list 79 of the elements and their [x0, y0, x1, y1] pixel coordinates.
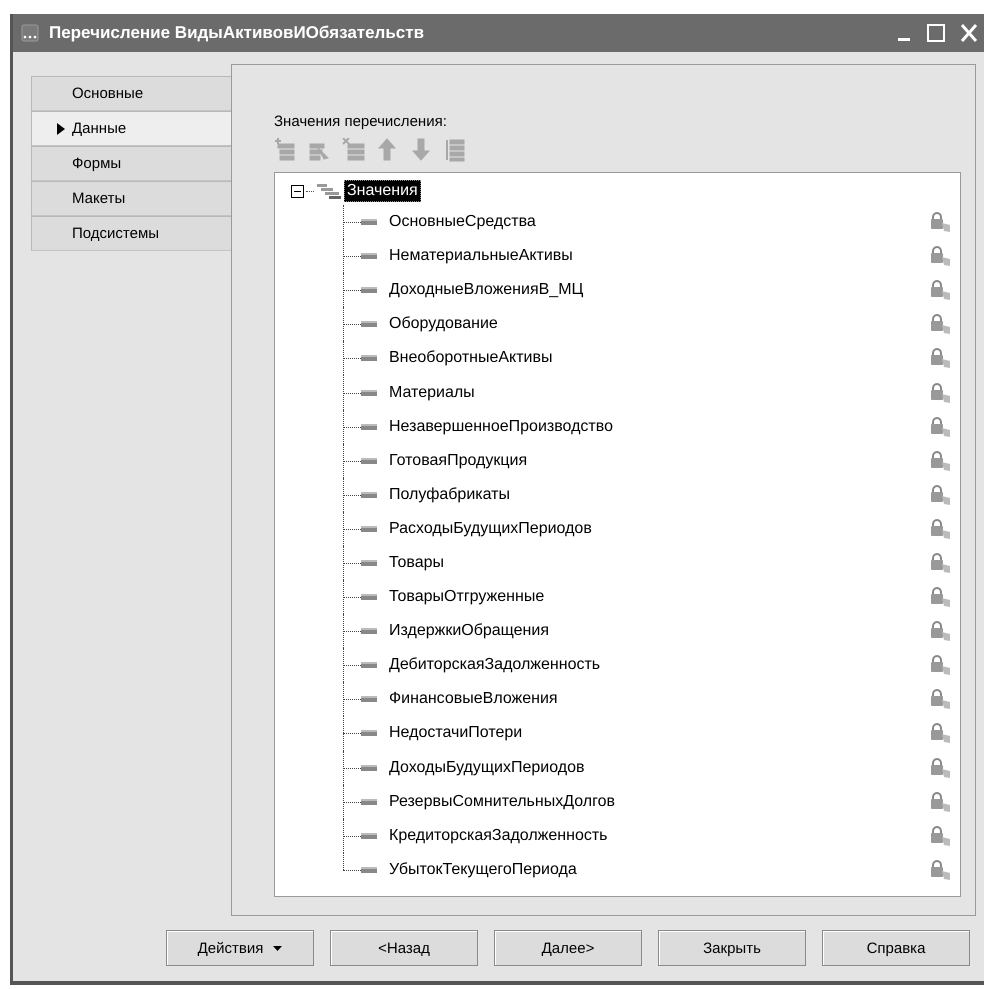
- lock-icon: [930, 858, 952, 881]
- attribute-icon: [361, 764, 377, 771]
- tree-item[interactable]: ВнеоборотныеАктивы: [389, 349, 930, 368]
- tree-item[interactable]: УбытокТекущегоПериода: [389, 860, 930, 879]
- lock-icon: [930, 347, 952, 370]
- tab[interactable]: Основные: [31, 76, 231, 111]
- attribute-icon: [361, 594, 377, 600]
- lock-icon: [930, 484, 952, 506]
- tree-item[interactable]: ГотоваяПродукция: [389, 452, 930, 470]
- app-icon: [21, 24, 39, 42]
- lock-icon: [930, 688, 952, 710]
- lock-icon: [930, 245, 952, 268]
- attribute-icon: [361, 730, 377, 736]
- attribute-icon: [361, 390, 377, 396]
- attribute-icon: [361, 355, 377, 362]
- window-title: Перечисление ВидыАктивовИОбязательств: [49, 23, 426, 43]
- tree-item[interactable]: РезервыСомнительныхДолгов: [389, 792, 930, 811]
- tree-item[interactable]: Материалы: [389, 384, 930, 402]
- attribute-icon: [361, 458, 377, 464]
- lock-icon: [930, 279, 952, 302]
- maximize-icon[interactable]: [926, 23, 946, 43]
- dropdown-button[interactable]: Действия: [166, 930, 314, 966]
- tab[interactable]: Подсистемы: [31, 216, 231, 251]
- tree-item[interactable]: Значения: [344, 180, 421, 202]
- attribute-icon: [361, 424, 377, 430]
- attribute-icon: [361, 866, 377, 873]
- lock-icon: [930, 518, 952, 540]
- attribute-icon: [361, 321, 377, 328]
- lock-icon: [930, 620, 952, 642]
- attribute-icon: [361, 492, 377, 498]
- attribute-icon: [361, 662, 377, 668]
- button[interactable]: <Назад: [330, 930, 478, 966]
- tree-item[interactable]: НезавершенноеПроизводство: [389, 418, 930, 436]
- tree-item[interactable]: РасходыБудущихПериодов: [389, 520, 930, 538]
- lock-icon: [930, 756, 952, 779]
- tree-item[interactable]: НедостачиПотери: [389, 724, 930, 742]
- lock-icon: [930, 722, 952, 744]
- tree-item[interactable]: ДебиторскаяЗадолженность: [389, 656, 930, 674]
- tree-item[interactable]: ФинансовыеВложения: [389, 690, 930, 708]
- attribute-icon: [361, 798, 377, 805]
- attribute-icon: [361, 219, 377, 226]
- lock-icon: [930, 313, 952, 336]
- tree-item[interactable]: НематериальныеАктивы: [389, 247, 930, 266]
- attribute-icon: [361, 560, 377, 566]
- attribute-icon: [361, 696, 377, 702]
- tree-item[interactable]: ДоходыБудущихПериодов: [389, 758, 930, 777]
- tree-item[interactable]: ОсновныеСредства: [389, 213, 930, 232]
- tree-item[interactable]: Полуфабрикаты: [389, 486, 930, 504]
- lock-icon: [930, 586, 952, 608]
- attribute-icon: [361, 628, 377, 634]
- tree-item[interactable]: ИздержкиОбращения: [389, 622, 930, 640]
- attribute-icon: [361, 526, 377, 532]
- button[interactable]: Справка: [822, 930, 970, 966]
- lock-icon: [930, 450, 952, 472]
- attribute-icon: [361, 287, 377, 294]
- attribute-icon: [361, 253, 377, 260]
- lock-icon: [930, 211, 952, 234]
- tree-item[interactable]: КредиторскаяЗадолженность: [389, 826, 930, 845]
- close-icon[interactable]: [960, 23, 978, 43]
- lock-icon: [930, 416, 952, 438]
- lock-icon: [930, 552, 952, 574]
- tab[interactable]: Макеты: [31, 181, 231, 216]
- lock-icon: [930, 824, 952, 847]
- collapse-icon[interactable]: [291, 184, 304, 198]
- section-label: Значения перечисления:: [274, 113, 447, 130]
- lock-icon: [930, 790, 952, 813]
- caret-icon: [273, 946, 282, 950]
- lock-icon: [930, 382, 952, 404]
- tree-item[interactable]: ТоварыОтгруженные: [389, 588, 930, 606]
- pointer-icon: [56, 122, 66, 136]
- tab[interactable]: Формы: [31, 146, 231, 181]
- button[interactable]: Закрыть: [658, 930, 806, 966]
- tree-item[interactable]: ДоходныеВложенияВ_МЦ: [389, 281, 930, 300]
- tree-item[interactable]: Товары: [389, 554, 930, 572]
- lock-icon: [930, 654, 952, 676]
- tree-item[interactable]: Оборудование: [389, 315, 930, 334]
- button[interactable]: Далее>: [494, 930, 642, 966]
- attribute-icon: [361, 832, 377, 839]
- tab[interactable]: Данные: [31, 111, 231, 146]
